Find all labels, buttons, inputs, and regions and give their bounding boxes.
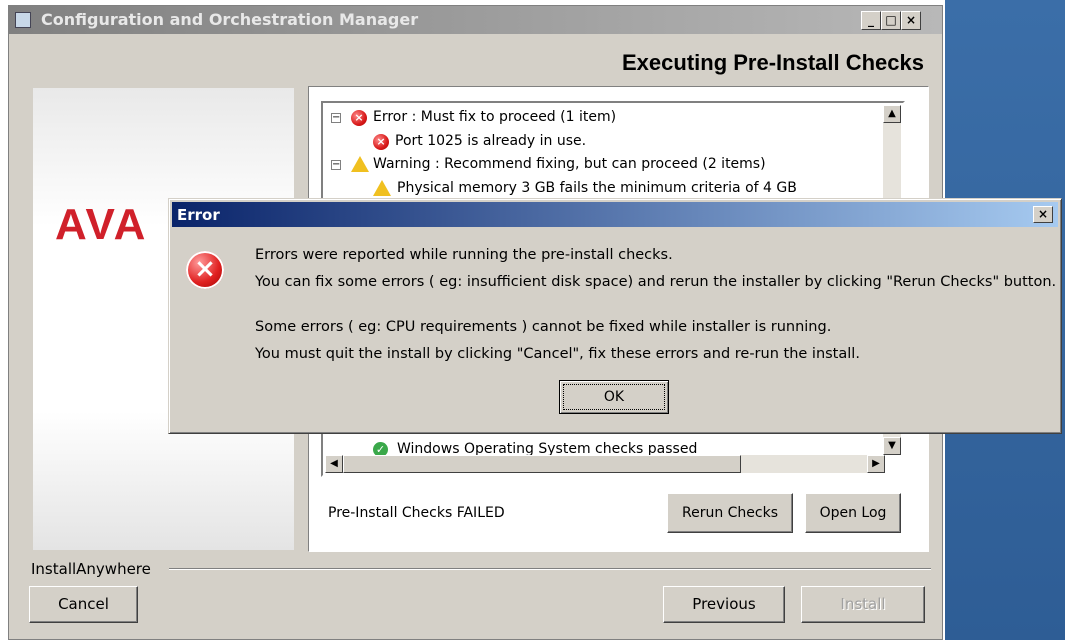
page-title: Executing Pre-Install Checks bbox=[622, 50, 924, 75]
tree-item-label: Physical memory 3 GB fails the minimum c… bbox=[397, 180, 797, 196]
warning-icon bbox=[373, 180, 391, 196]
window-titlebar[interactable]: Configuration and Orchestration Manager … bbox=[9, 6, 942, 34]
rerun-checks-button[interactable]: Rerun Checks bbox=[667, 493, 793, 533]
collapse-expander[interactable]: − bbox=[331, 160, 341, 170]
scroll-left-button[interactable]: ◀ bbox=[325, 455, 343, 473]
ok-button[interactable]: OK bbox=[559, 380, 669, 414]
previous-button[interactable]: Previous bbox=[663, 586, 785, 623]
horizontal-scrollbar[interactable]: ◀ ▶ bbox=[325, 455, 885, 473]
dialog-message-line: Errors were reported while running the p… bbox=[255, 247, 673, 263]
warning-icon bbox=[351, 156, 369, 172]
footer-divider bbox=[169, 568, 931, 570]
collapse-expander[interactable]: − bbox=[331, 113, 341, 123]
window-title: Configuration and Orchestration Manager bbox=[41, 10, 419, 29]
open-log-button[interactable]: Open Log bbox=[805, 493, 901, 533]
maximize-button[interactable]: □ bbox=[881, 11, 901, 30]
tree-item-label: Warning : Recommend fixing, but can proc… bbox=[373, 156, 766, 172]
minimize-button[interactable]: _ bbox=[861, 11, 881, 30]
dialog-titlebar[interactable]: Error × bbox=[172, 202, 1058, 227]
dialog-message-line: You can fix some errors ( eg: insufficie… bbox=[255, 274, 1057, 290]
dialog-message-line: Some errors ( eg: CPU requirements ) can… bbox=[255, 319, 832, 335]
cancel-button[interactable]: Cancel bbox=[29, 586, 138, 623]
scroll-up-button[interactable]: ▲ bbox=[883, 105, 901, 123]
install-button[interactable]: Install bbox=[801, 586, 925, 623]
error-icon: × bbox=[351, 110, 367, 126]
avaya-logo: AVA bbox=[55, 200, 148, 249]
installanywhere-label: InstallAnywhere bbox=[31, 560, 151, 578]
tree-item-label: Port 1025 is already in use. bbox=[395, 133, 587, 149]
checks-status: Pre-Install Checks FAILED bbox=[328, 505, 505, 521]
scroll-down-button[interactable]: ▼ bbox=[883, 437, 901, 455]
tree-item-label: Error : Must fix to proceed (1 item) bbox=[373, 109, 617, 125]
dialog-message-line: You must quit the install by clicking "C… bbox=[255, 346, 860, 362]
app-icon bbox=[15, 12, 31, 28]
close-button[interactable]: × bbox=[901, 11, 921, 30]
error-dialog: Error × × Errors were reported while run… bbox=[168, 198, 1062, 434]
dialog-close-button[interactable]: × bbox=[1033, 206, 1053, 223]
scroll-right-button[interactable]: ▶ bbox=[867, 455, 885, 473]
scroll-thumb[interactable] bbox=[343, 455, 741, 473]
dialog-title: Error bbox=[177, 206, 220, 224]
error-icon: × bbox=[373, 134, 389, 150]
error-icon: × bbox=[186, 251, 224, 289]
